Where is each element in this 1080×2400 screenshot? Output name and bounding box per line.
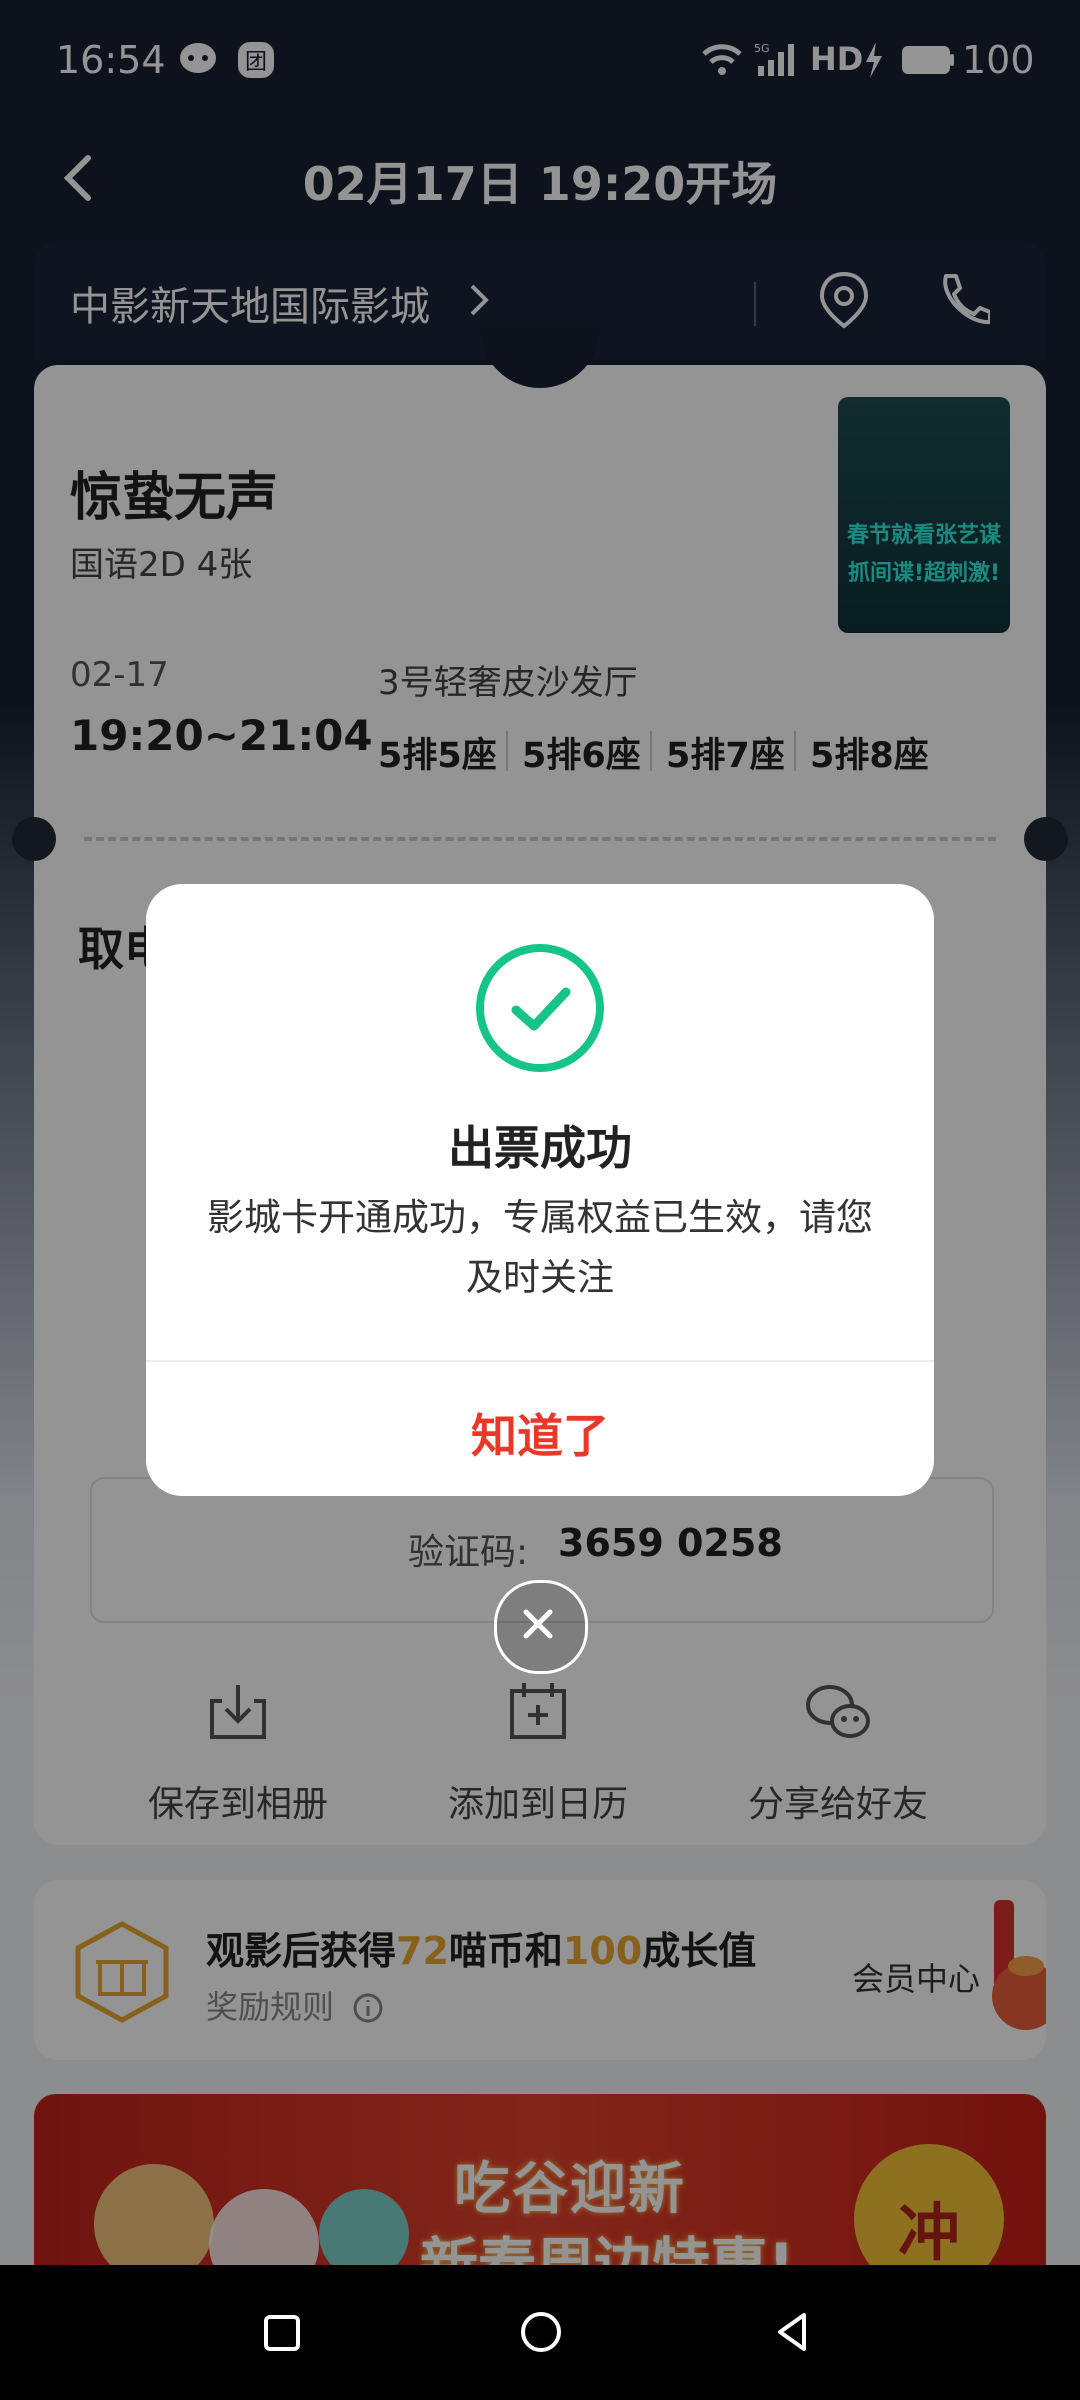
system-nav-bar: [0, 2265, 1080, 2400]
ticket-success-dialog: 出票成功 影城卡开通成功，专属权益已生效，请您及时关注 知道了: [146, 884, 934, 1496]
check-circle-icon: [476, 944, 604, 1072]
home-icon[interactable]: [518, 2309, 564, 2355]
dialog-title: 出票成功: [448, 1121, 632, 1175]
divider: [146, 1360, 934, 1362]
back-triangle-icon[interactable]: [770, 2309, 816, 2355]
dialog-message: 影城卡开通成功，专属权益已生效，请您及时关注: [207, 1196, 873, 1299]
close-dialog-button[interactable]: [494, 1580, 588, 1674]
close-icon: [523, 1609, 553, 1639]
screen: 16:54 团 5G HD 100 02月17日 19:20开场 中影新天地国际…: [0, 0, 1080, 2400]
recent-apps-icon[interactable]: [260, 2311, 304, 2355]
got-it-button[interactable]: 知道了: [146, 1400, 934, 1466]
